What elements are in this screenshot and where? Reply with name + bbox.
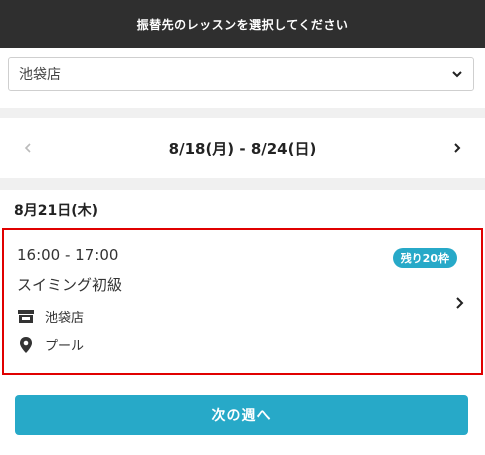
store-select-value: 池袋店 [19,67,61,83]
lesson-place-name: プール [45,339,85,354]
chevron-down-icon [452,71,462,78]
next-week-button[interactable]: 次の週へ [15,395,468,435]
next-week-arrow-button[interactable] [449,140,465,156]
week-range: 8/18(月) - 8/24(日) [168,139,317,158]
chevron-right-icon [456,297,464,309]
remaining-slots-badge: 残り20枠 [392,248,457,268]
lesson-card[interactable]: 16:00 - 17:00 スイミング初級 残り20枠 池袋店 プール [2,228,483,375]
chevron-right-icon [454,143,461,153]
header-title: 振替先のレッスンを選択してください [136,17,349,32]
chevron-left-icon [24,143,31,153]
lesson-store-row: 池袋店 [17,307,84,326]
next-week-label: 次の週へ [211,408,272,424]
lesson-time: 16:00 - 17:00 [17,246,119,264]
lesson-place-row: プール [17,335,84,354]
store-icon [18,309,34,323]
location-pin-icon [20,336,32,353]
store-select[interactable]: 池袋店 [8,57,474,91]
week-navigation: 8/18(月) - 8/24(日) [0,118,485,178]
store-select-section: 池袋店 [0,48,485,108]
page-header: 振替先のレッスンを選択してください [0,0,485,48]
day-title: 8月21日(木) [14,203,99,219]
prev-week-button[interactable] [20,140,36,156]
lesson-store-name: 池袋店 [45,311,85,326]
lesson-name: スイミング初級 [17,276,123,294]
